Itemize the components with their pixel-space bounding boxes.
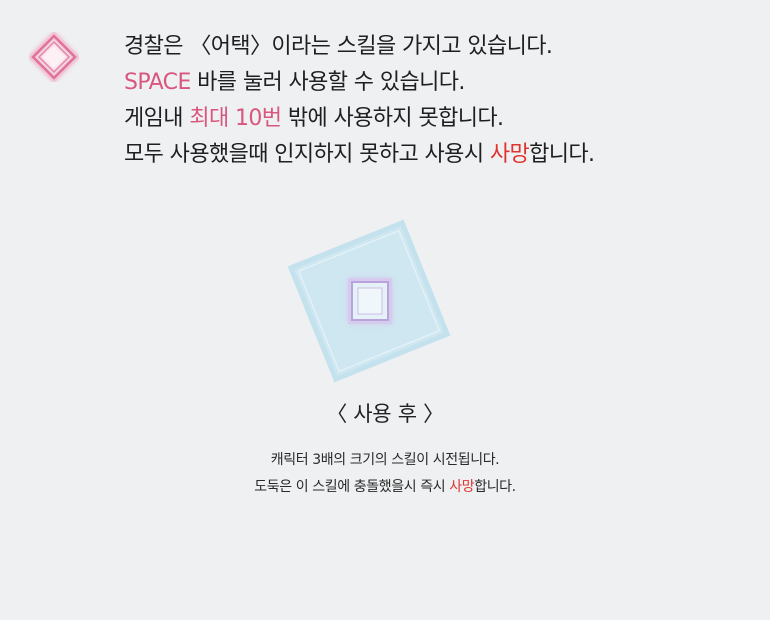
intro-line-1: 경찰은 〈어택〉이라는 스킬을 가지고 있습니다.: [124, 29, 764, 65]
space-key-highlight: SPACE: [124, 70, 191, 95]
max-uses-highlight: 최대 10번: [189, 106, 282, 131]
death-highlight-small: 사망: [449, 479, 475, 495]
intro-line-3: 게임내 최대 10번 밖에 사용하지 못합니다.: [124, 101, 764, 137]
after-line-1: 캐릭터 3배의 크기의 스킬이 시전됩니다.: [0, 447, 770, 474]
intro-line-2: SPACE 바를 눌러 사용할 수 있습니다.: [124, 65, 764, 101]
after-line-2-rest: 합니다.: [474, 479, 516, 495]
intro-line-4-pre: 모두 사용했을때 인지하지 못하고 사용시: [124, 142, 490, 167]
after-line-1-text: 캐릭터 3배의 크기의 스킬이 시전됩니다.: [270, 452, 500, 468]
pink-diamond-skill-icon: [29, 32, 79, 82]
intro-line-2-text: 바를 눌러 사용할 수 있습니다.: [190, 70, 465, 95]
after-line-2: 도둑은 이 스킬에 충돌했을시 즉시 사망합니다.: [0, 474, 770, 501]
after-use-title: 〈 사용 후 〉: [326, 402, 444, 426]
death-highlight: 사망: [489, 142, 530, 167]
intro-line-3-pre: 게임내: [124, 106, 190, 131]
intro-line-3-rest: 밖에 사용하지 못합니다.: [281, 106, 504, 131]
intro-line-4-rest: 합니다.: [529, 142, 595, 167]
after-use-description: 캐릭터 3배의 크기의 스킬이 시전됩니다. 도둑은 이 스킬에 충돌했을시 즉…: [0, 447, 770, 501]
character-square-icon: [348, 278, 392, 324]
skill-description: 경찰은 〈어택〉이라는 스킬을 가지고 있습니다. SPACE 바를 눌러 사용…: [124, 29, 764, 173]
intro-line-1-text: 경찰은 〈어택〉이라는 스킬을 가지고 있습니다.: [124, 34, 553, 59]
attack-area-illustration: [287, 219, 451, 383]
after-line-2-pre: 도둑은 이 스킬에 충돌했을시 즉시: [254, 479, 450, 495]
intro-line-4: 모두 사용했을때 인지하지 못하고 사용시 사망합니다.: [124, 137, 764, 173]
